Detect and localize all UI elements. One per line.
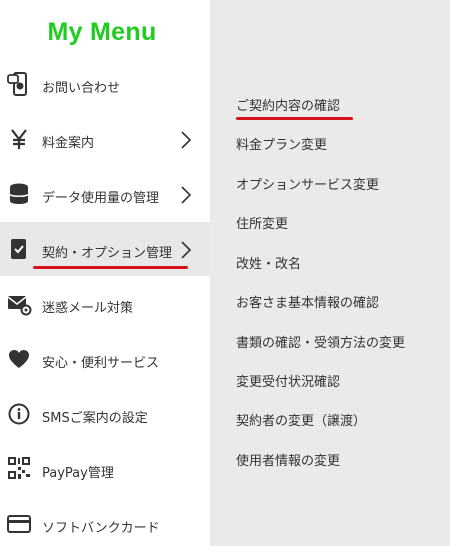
- submenu-item-user-info[interactable]: 使用者情報の変更: [236, 450, 340, 469]
- menu-item-label: PayPay管理: [42, 466, 114, 481]
- menu-item-label: 料金案内: [42, 136, 95, 151]
- menu-item-softbank-card[interactable]: ソフトバンクカード: [0, 496, 210, 546]
- chevron-right-icon: [181, 241, 192, 259]
- chevron-right-icon: [181, 131, 192, 149]
- heart-icon: [6, 347, 32, 371]
- menu-item-label: ソフトバンクカード: [42, 521, 160, 536]
- menu-item-label: SMSご案内の設定: [42, 411, 148, 426]
- info-circle-icon: [6, 402, 32, 426]
- submenu-item-plan-change[interactable]: 料金プラン変更: [236, 134, 327, 153]
- menu-item-data-usage[interactable]: データ使用量の管理: [0, 166, 210, 220]
- menu-item-label: 契約・オプション管理: [42, 246, 173, 261]
- menu-item-spam-mail[interactable]: 迷惑メール対策: [0, 276, 210, 330]
- submenu-item-name-change[interactable]: 改姓・改名: [236, 253, 301, 272]
- menu-item-sms-settings[interactable]: SMSご案内の設定: [0, 386, 210, 440]
- menu-item-inquiry[interactable]: お問い合わせ: [0, 58, 210, 112]
- mail-gear-icon: [6, 292, 32, 316]
- yen-icon: [6, 127, 32, 151]
- credit-card-icon: [6, 512, 32, 536]
- active-item-underline: [33, 266, 188, 269]
- menu-item-billing[interactable]: 料金案内: [0, 112, 210, 166]
- submenu-item-customer-info[interactable]: お客さま基本情報の確認: [236, 292, 379, 311]
- selected-submenu-underline: [236, 117, 353, 120]
- submenu-item-contract-confirm[interactable]: ご契約内容の確認: [236, 95, 340, 114]
- submenu-item-option-change[interactable]: オプションサービス変更: [236, 174, 379, 193]
- clipboard-check-icon: [6, 237, 32, 261]
- menu-item-label: 安心・便利サービス: [42, 356, 160, 371]
- main-menu-panel: My Menu お問い合わせ 料金案内 データ使用量の管理 契約・オプション管理: [0, 0, 210, 546]
- database-icon: [6, 182, 32, 206]
- chevron-right-icon: [181, 186, 192, 204]
- menu-item-safety-services[interactable]: 安心・便利サービス: [0, 332, 210, 386]
- menu-item-paypay[interactable]: PayPay管理: [0, 442, 210, 496]
- submenu-item-documents[interactable]: 書類の確認・受領方法の変更: [236, 332, 405, 351]
- smartphone-chat-icon: [6, 72, 32, 96]
- menu-item-label: データ使用量の管理: [42, 191, 160, 206]
- menu-item-label: 迷惑メール対策: [42, 301, 134, 316]
- menu-title: My Menu: [47, 18, 157, 46]
- menu-item-label: お問い合わせ: [42, 81, 121, 96]
- qr-code-icon: [6, 456, 32, 480]
- submenu-item-change-status[interactable]: 変更受付状況確認: [236, 371, 340, 390]
- submenu-item-contractor-transfer[interactable]: 契約者の変更（譲渡）: [236, 410, 366, 429]
- submenu-item-address-change[interactable]: 住所変更: [236, 213, 288, 232]
